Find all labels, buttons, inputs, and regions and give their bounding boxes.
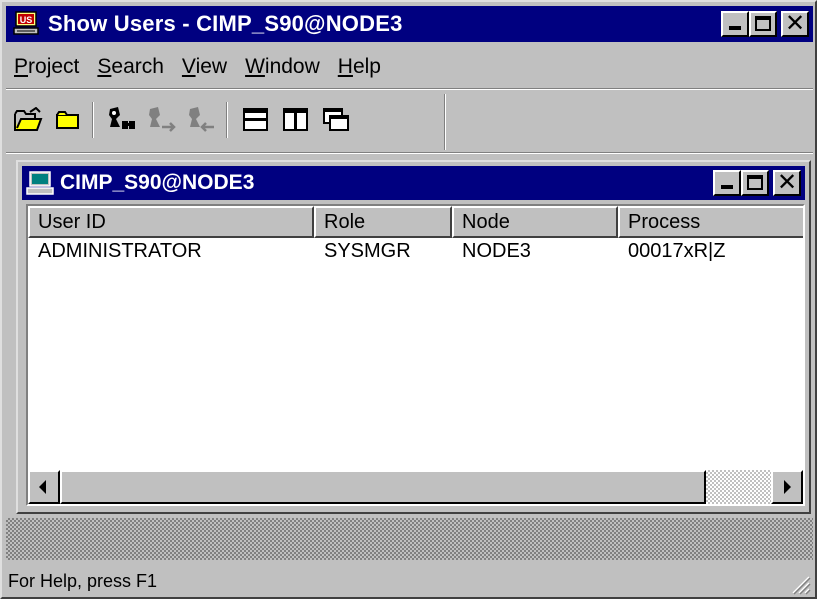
menu-help[interactable]: Help (330, 55, 389, 79)
scroll-right-button[interactable] (771, 470, 803, 504)
menu-view-mnemonic: V (181, 55, 196, 78)
user-back-icon (189, 107, 214, 132)
minimize-button[interactable] (721, 11, 749, 37)
menu-window[interactable]: Window (237, 55, 328, 79)
toolbar-edge (444, 94, 446, 150)
child-minimize-button[interactable] (713, 170, 741, 196)
menu-search-mnemonic: S (97, 55, 112, 78)
cell-user-id: ADMINISTRATOR (38, 240, 202, 262)
open-button[interactable] (10, 102, 46, 138)
toolbar (6, 96, 444, 144)
tile-vertical-icon (283, 108, 308, 131)
minimize-icon (729, 26, 741, 30)
child-maximize-button[interactable] (741, 170, 769, 196)
child-close-button[interactable]: ✕ (773, 170, 801, 196)
close-icon: ✕ (776, 168, 798, 196)
child-titlebar[interactable]: CIMP_S90@NODE3 ✕ (22, 166, 805, 200)
column-header-node[interactable]: Node (452, 206, 618, 238)
cell-role: SYSMGR (324, 240, 411, 262)
close-button[interactable]: ✕ (781, 11, 809, 37)
open-folder-icon (14, 107, 43, 131)
menu-project-mnemonic: P (14, 55, 29, 78)
users-list-view[interactable]: User ID Role Node Process ADMINISTRATOR … (26, 204, 805, 506)
cell-process: 00017xR|Z (628, 240, 726, 262)
tile-horizontal-icon (243, 108, 268, 131)
size-grip-icon[interactable] (789, 573, 811, 595)
user-back-button[interactable] (184, 102, 220, 138)
tile-horizontal-button[interactable] (238, 102, 274, 138)
minimize-icon (721, 185, 733, 189)
main-window: US Show Users - CIMP_S90@NODE3 ✕ Project… (0, 0, 817, 599)
computer-icon (26, 170, 54, 196)
status-text: For Help, press F1 (8, 570, 158, 591)
maximize-icon (755, 16, 771, 31)
menu-view-label: iew (195, 55, 228, 78)
folder-button[interactable] (50, 102, 86, 138)
menu-view[interactable]: View (174, 55, 235, 79)
menu-search[interactable]: Search (89, 55, 172, 79)
menu-search-label: earch (111, 55, 164, 78)
menu-bar: Project Search View Window Help (6, 50, 391, 84)
child-window-controls: ✕ (713, 170, 801, 196)
cell-node: NODE3 (462, 240, 531, 262)
folder-icon (56, 111, 79, 129)
menu-window-label: indow (264, 55, 320, 78)
child-window: CIMP_S90@NODE3 ✕ User ID Role Node Proce… (16, 160, 811, 514)
toolbar-separator (92, 102, 94, 138)
menu-project-label: roject (28, 55, 80, 78)
cascade-icon (323, 108, 349, 131)
horizontal-scrollbar[interactable] (28, 470, 803, 504)
find-user-button[interactable] (104, 102, 140, 138)
toolbar-separator (226, 102, 228, 138)
maximize-button[interactable] (749, 11, 777, 37)
window-controls: ✕ (721, 11, 809, 37)
main-titlebar[interactable]: US Show Users - CIMP_S90@NODE3 ✕ (6, 6, 813, 42)
scroll-left-button[interactable] (28, 470, 60, 504)
scroll-thumb[interactable] (60, 470, 706, 504)
menu-toolbar-divider (6, 88, 813, 90)
find-user-icon (109, 107, 135, 129)
arrow-right-icon (784, 480, 791, 494)
window-title: Show Users - CIMP_S90@NODE3 (48, 11, 403, 36)
maximize-icon (747, 175, 763, 190)
column-header-role[interactable]: Role (314, 206, 452, 238)
child-window-title: CIMP_S90@NODE3 (60, 171, 255, 194)
status-bar: For Help, press F1 (6, 565, 813, 597)
svg-text:US: US (20, 15, 33, 25)
column-header-process[interactable]: Process (618, 206, 803, 238)
column-header-user-id[interactable]: User ID (28, 206, 314, 238)
cascade-button[interactable] (318, 102, 354, 138)
mdi-client-area (6, 518, 813, 560)
close-icon: ✕ (784, 9, 806, 37)
menu-window-mnemonic: W (245, 55, 265, 78)
show-users-app-icon: US (12, 11, 40, 37)
menu-help-label: elp (352, 55, 381, 78)
arrow-left-icon (39, 480, 46, 494)
user-forward-icon (149, 107, 176, 132)
toolbar-bottom-divider (6, 152, 813, 154)
menu-help-mnemonic: H (337, 55, 353, 78)
table-row[interactable]: ADMINISTRATOR SYSMGR NODE3 00017xR|Z (28, 238, 798, 264)
user-forward-button[interactable] (144, 102, 180, 138)
tile-vertical-button[interactable] (278, 102, 314, 138)
column-headers: User ID Role Node Process (28, 206, 803, 238)
menu-project[interactable]: Project (6, 55, 87, 79)
